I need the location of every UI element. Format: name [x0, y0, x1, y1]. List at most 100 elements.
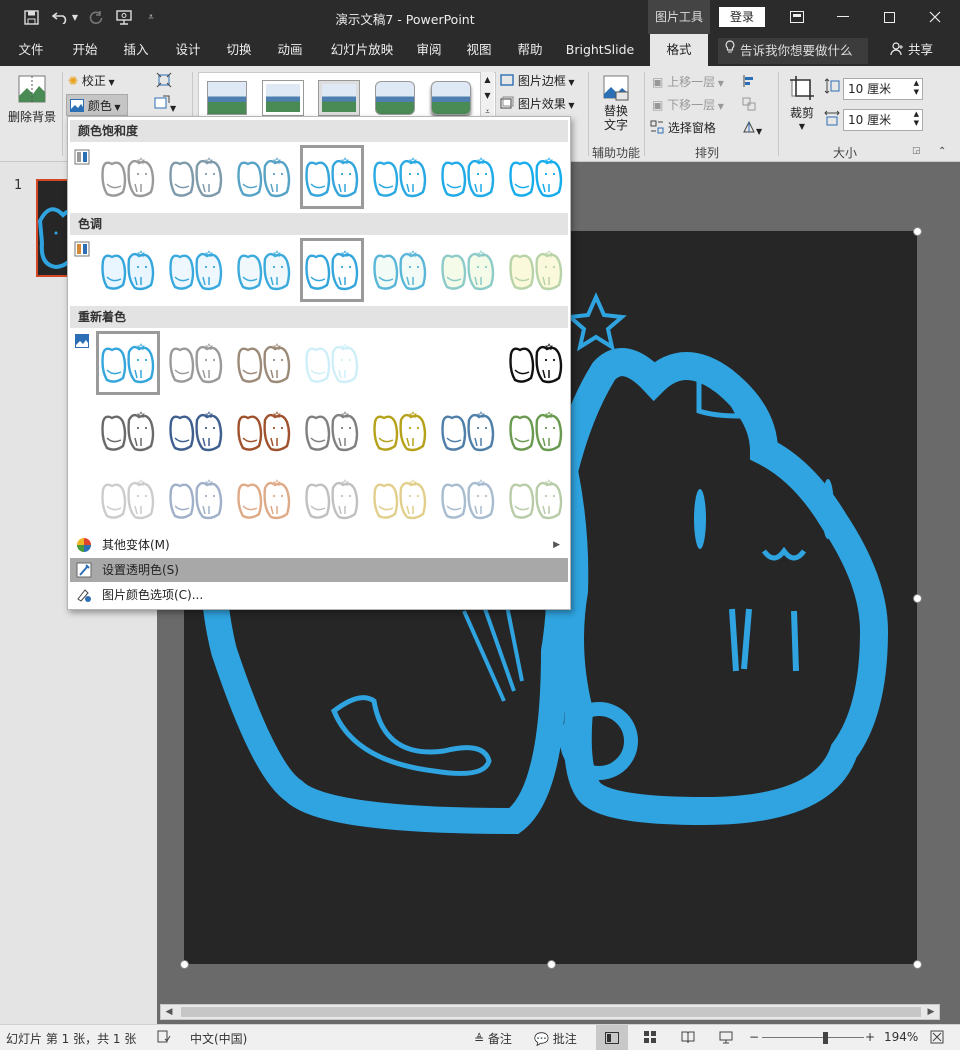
slide-sorter-icon[interactable]	[643, 1030, 657, 1047]
language-indicator[interactable]: 中文(中国)	[190, 1030, 247, 1047]
crop-button[interactable]: 裁剪 ▼	[784, 72, 820, 138]
ribbon-display-options-icon[interactable]	[774, 0, 820, 34]
recolor-preset[interactable]	[96, 399, 160, 463]
send-backward-button[interactable]: ▣ 下移一层 ▼	[652, 96, 742, 116]
saturation-preset[interactable]	[300, 145, 364, 209]
fit-to-window-icon[interactable]	[930, 1030, 944, 1047]
change-picture-icon[interactable]: ▼	[154, 95, 184, 115]
login-button[interactable]: 登录	[719, 7, 765, 27]
resize-handle[interactable]	[913, 594, 922, 603]
recolor-preset[interactable]	[504, 399, 568, 463]
rotate-icon[interactable]: ▼	[742, 120, 768, 138]
gallery-scroll-icon[interactable]: ▲ ▼ ⩡	[480, 72, 494, 122]
color-button[interactable]: 颜色 ▼	[66, 94, 128, 116]
tab-file[interactable]: 文件	[8, 34, 54, 66]
corrections-button[interactable]: ✺ 校正 ▼	[68, 72, 128, 92]
recolor-preset[interactable]	[436, 331, 500, 395]
tab-animations[interactable]: 动画	[267, 34, 313, 66]
resize-handle[interactable]	[913, 227, 922, 236]
recolor-preset[interactable]	[504, 331, 568, 395]
recolor-preset[interactable]	[300, 331, 364, 395]
align-icon[interactable]	[742, 74, 766, 92]
tab-review[interactable]: 审阅	[406, 34, 452, 66]
remove-background-button[interactable]: 删除背景	[4, 72, 60, 138]
saturation-preset[interactable]	[436, 145, 500, 209]
picture-border-button[interactable]: 图片边框 ▼	[500, 72, 582, 92]
tab-help[interactable]: 帮助	[507, 34, 553, 66]
tab-home[interactable]: 开始	[62, 34, 108, 66]
picture-style-thumb[interactable]	[318, 80, 360, 116]
spelling-icon[interactable]	[157, 1030, 171, 1046]
recolor-preset[interactable]	[436, 467, 500, 531]
recolor-preset[interactable]	[164, 467, 228, 531]
recolor-preset[interactable]	[164, 399, 228, 463]
resize-handle[interactable]	[913, 960, 922, 969]
tab-design[interactable]: 设计	[165, 34, 211, 66]
alt-text-button[interactable]: 替换 文字	[596, 72, 636, 138]
recolor-preset[interactable]	[232, 399, 296, 463]
zoom-level[interactable]: 194%	[884, 1030, 918, 1044]
spinner-arrows-icon[interactable]: ▲ ▼	[914, 110, 919, 128]
tone-preset[interactable]	[164, 238, 228, 302]
tone-preset[interactable]	[504, 238, 568, 302]
picture-effects-button[interactable]: 图片效果 ▼	[500, 95, 582, 115]
tab-transitions[interactable]: 切换	[216, 34, 262, 66]
height-input[interactable]: 10 厘米 ▲ ▼	[843, 78, 923, 100]
tab-brightslide[interactable]: BrightSlide	[562, 34, 638, 66]
tab-slideshow[interactable]: 幻灯片放映	[322, 34, 402, 66]
recolor-preset[interactable]	[96, 331, 160, 395]
spinner-arrows-icon[interactable]: ▲ ▼	[914, 79, 919, 97]
recolor-preset[interactable]	[232, 331, 296, 395]
scroll-left-icon[interactable]: ◀	[161, 1005, 177, 1019]
recolor-preset[interactable]	[368, 399, 432, 463]
picture-color-options-menu-item[interactable]: 图片颜色选项(C)...	[70, 583, 568, 607]
recolor-preset[interactable]	[96, 467, 160, 531]
recolor-preset[interactable]	[232, 467, 296, 531]
reading-view-icon[interactable]	[681, 1030, 695, 1047]
set-transparent-color-menu-item[interactable]: 设置透明色(S)	[70, 558, 568, 582]
more-variations-menu-item[interactable]: 其他变体(M) ▶	[70, 533, 568, 557]
bring-forward-button[interactable]: ▣ 上移一层 ▼	[652, 73, 742, 93]
group-objects-icon[interactable]	[742, 97, 766, 115]
normal-view-icon[interactable]	[596, 1025, 628, 1050]
recolor-preset[interactable]	[436, 399, 500, 463]
zoom-out-icon[interactable]: −	[749, 1030, 759, 1044]
resize-handle[interactable]	[547, 960, 556, 969]
picture-style-thumb[interactable]	[375, 81, 415, 115]
tab-insert[interactable]: 插入	[113, 34, 159, 66]
share-button[interactable]: 共享	[890, 34, 933, 66]
tone-preset[interactable]	[96, 238, 160, 302]
size-dialog-launcher-icon[interactable]: ◲	[912, 146, 921, 156]
saturation-preset[interactable]	[368, 145, 432, 209]
tone-preset[interactable]	[300, 238, 364, 302]
picture-style-thumb[interactable]	[431, 81, 471, 115]
zoom-slider[interactable]	[762, 1037, 864, 1038]
tone-preset[interactable]	[232, 238, 296, 302]
tone-preset[interactable]	[436, 238, 500, 302]
recolor-preset[interactable]	[300, 399, 364, 463]
picture-style-thumb[interactable]	[262, 80, 304, 116]
collapse-ribbon-icon[interactable]: ⌃	[938, 146, 946, 157]
scroll-right-icon[interactable]: ▶	[923, 1005, 939, 1019]
scrollbar-thumb[interactable]	[181, 1007, 921, 1017]
width-input[interactable]: 10 厘米 ▲ ▼	[843, 109, 923, 131]
recolor-preset[interactable]	[164, 331, 228, 395]
zoom-in-icon[interactable]: +	[865, 1030, 875, 1044]
tell-me-search[interactable]: 告诉我你想要做什么	[718, 38, 868, 64]
saturation-preset[interactable]	[504, 145, 568, 209]
selection-pane-button[interactable]: 选择窗格	[650, 119, 730, 139]
tone-preset[interactable]	[368, 238, 432, 302]
picture-style-thumb[interactable]	[207, 81, 247, 115]
recolor-preset[interactable]	[368, 331, 432, 395]
saturation-preset[interactable]	[96, 145, 160, 209]
comments-button[interactable]: 💬 批注	[534, 1030, 577, 1047]
tab-view[interactable]: 视图	[456, 34, 502, 66]
recolor-preset[interactable]	[504, 467, 568, 531]
saturation-preset[interactable]	[232, 145, 296, 209]
resize-handle[interactable]	[180, 960, 189, 969]
zoom-slider-thumb[interactable]	[823, 1032, 828, 1044]
saturation-preset[interactable]	[164, 145, 228, 209]
minimize-icon[interactable]	[820, 0, 866, 34]
notes-button[interactable]: ≜ 备注	[474, 1030, 512, 1047]
close-icon[interactable]	[912, 0, 958, 34]
